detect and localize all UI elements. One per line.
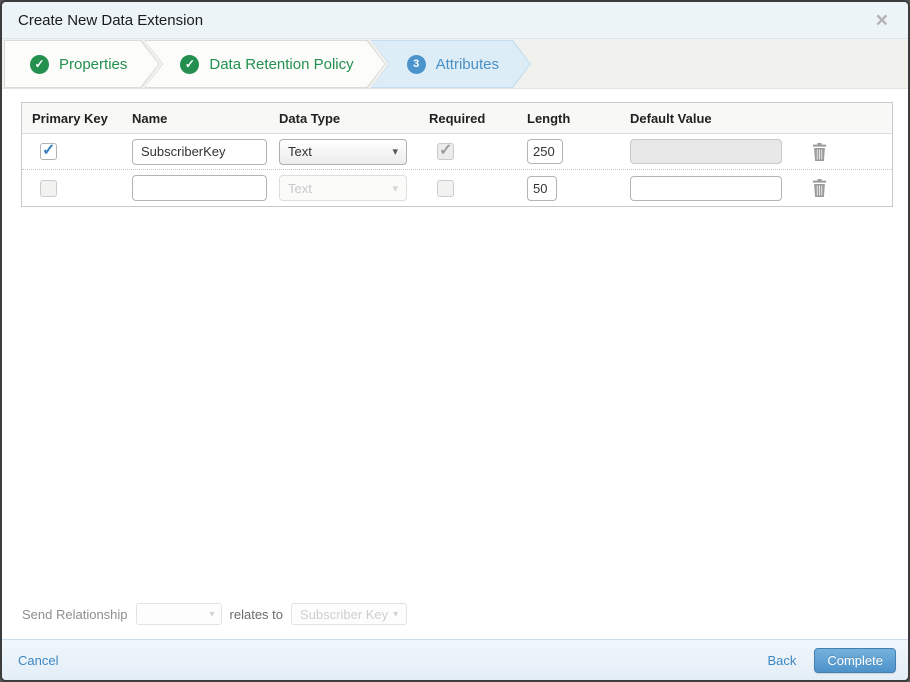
- chevron-down-icon: ▾: [392, 146, 398, 158]
- step-data-retention-policy[interactable]: ✓ Data Retention Policy: [144, 40, 385, 88]
- attribute-row: ✓ Text ▾ ✓: [22, 170, 892, 206]
- send-relationship-select: ▾: [135, 603, 222, 625]
- attribute-row: ✓ Text ▾ ✓: [22, 134, 892, 170]
- attributes-table: Primary Key Name Data Type Required Leng…: [21, 102, 893, 207]
- cancel-link[interactable]: Cancel: [18, 653, 58, 668]
- dialog-title: Create New Data Extension: [18, 11, 204, 29]
- chevron-down-icon: ▾: [392, 182, 398, 195]
- send-relationship-label: Send Relationship: [22, 606, 128, 622]
- relates-to-select: Subscriber Key ▾: [291, 603, 408, 625]
- primary-key-checkbox[interactable]: ✓: [40, 179, 57, 197]
- dialog-footer: Cancel Back Complete: [2, 639, 908, 680]
- delete-row-button[interactable]: [812, 179, 827, 197]
- relates-to-value: Subscriber Key: [300, 606, 389, 622]
- back-link[interactable]: Back: [767, 653, 796, 668]
- relates-to-label: relates to: [229, 606, 284, 622]
- dialog-titlebar: Create New Data Extension ×: [2, 2, 908, 39]
- col-header-data-type: Data Type: [279, 110, 341, 126]
- chevron-down-icon: ▾: [209, 608, 215, 620]
- data-type-value: Text: [288, 144, 312, 159]
- check-icon: ✓: [439, 142, 453, 159]
- default-value-input[interactable]: [630, 175, 782, 201]
- create-data-extension-dialog: Create New Data Extension × ✓ Properties…: [0, 0, 910, 682]
- col-header-name: Name: [132, 110, 168, 126]
- check-icon: ✓: [42, 142, 56, 159]
- step-label: Properties: [59, 55, 128, 73]
- length-input[interactable]: [527, 175, 557, 201]
- send-relationship-row: Send Relationship ▾ relates to Subscribe…: [2, 603, 908, 639]
- col-header-default-value: Default Value: [630, 110, 712, 126]
- step-number-badge: 3: [406, 54, 426, 74]
- data-type-select: Text ▾: [279, 175, 407, 201]
- trash-icon: [812, 179, 827, 197]
- dialog-content: Primary Key Name Data Type Required Leng…: [2, 89, 908, 639]
- step-complete-check-icon: ✓: [180, 54, 200, 74]
- chevron-down-icon: ▾: [393, 608, 399, 620]
- step-label: Data Retention Policy: [209, 55, 354, 73]
- close-icon[interactable]: ×: [872, 8, 892, 33]
- step-complete-check-icon: ✓: [30, 54, 49, 74]
- name-input[interactable]: [132, 138, 267, 165]
- attributes-table-header: Primary Key Name Data Type Required Leng…: [22, 103, 892, 134]
- col-header-required: Required: [429, 110, 486, 126]
- wizard-steps: ✓ Properties ✓ Data Retention Policy 3 A…: [2, 39, 908, 89]
- col-header-length: Length: [527, 110, 571, 126]
- name-input[interactable]: [132, 175, 267, 201]
- default-value-input: [630, 139, 782, 164]
- col-header-primary-key: Primary Key: [32, 110, 108, 126]
- step-properties[interactable]: ✓ Properties: [4, 40, 159, 88]
- complete-button[interactable]: Complete: [814, 647, 896, 673]
- required-checkbox: ✓: [437, 142, 454, 160]
- data-type-select[interactable]: Text ▾: [279, 138, 407, 165]
- step-attributes[interactable]: 3 Attributes: [371, 40, 531, 88]
- step-label: Attributes: [435, 55, 499, 73]
- length-input[interactable]: [527, 139, 563, 164]
- data-type-value: Text: [288, 180, 312, 196]
- primary-key-checkbox[interactable]: ✓: [40, 142, 57, 160]
- delete-row-button[interactable]: [812, 142, 827, 161]
- required-checkbox[interactable]: ✓: [437, 179, 454, 197]
- trash-icon: [812, 142, 827, 161]
